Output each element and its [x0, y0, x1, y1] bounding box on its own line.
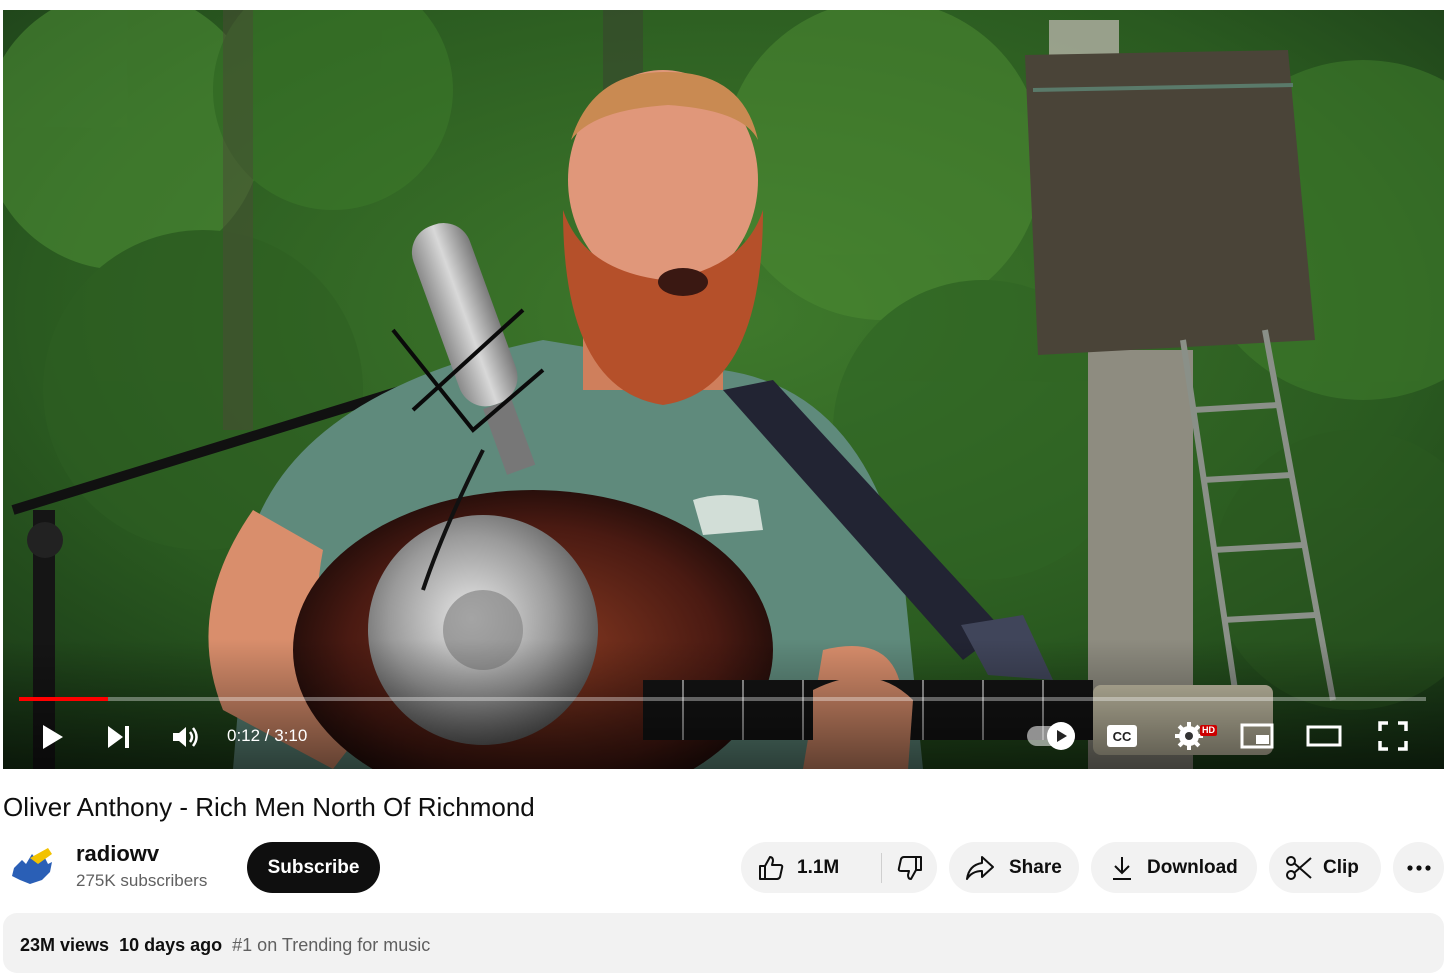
video-title: Oliver Anthony - Rich Men North Of Richm…	[3, 792, 535, 822]
thumbs-up-icon	[757, 854, 785, 882]
autoplay-toggle[interactable]	[1027, 722, 1075, 750]
volume-icon	[173, 727, 198, 747]
like-count: 1.1M	[797, 856, 840, 878]
more-horizontal-icon	[1406, 864, 1431, 871]
like-button[interactable]: 1.1M	[741, 842, 881, 893]
controls-overlay	[3, 639, 1444, 769]
share-button[interactable]: Share	[949, 842, 1079, 893]
svg-text:CC: CC	[1113, 729, 1132, 744]
hd-badge: HD	[1200, 725, 1217, 736]
download-label: Download	[1147, 856, 1238, 878]
next-button[interactable]	[99, 719, 139, 755]
miniplayer-icon	[1240, 723, 1274, 749]
description-meta: 23M views 10 days ago #1 on Trending for…	[20, 933, 430, 957]
more-actions-button[interactable]	[1393, 842, 1444, 893]
download-button[interactable]: Download	[1091, 842, 1257, 893]
subscribe-button[interactable]: Subscribe	[247, 842, 380, 893]
autoplay-knob	[1047, 722, 1075, 750]
fullscreen-button[interactable]	[1373, 719, 1413, 753]
download-icon	[1111, 855, 1133, 881]
share-icon	[965, 855, 995, 881]
upload-date: 10 days ago	[119, 935, 223, 955]
progress-bar[interactable]	[19, 697, 1426, 701]
channel-name[interactable]: radiowv	[76, 840, 159, 868]
theater-mode-button[interactable]	[1303, 721, 1345, 751]
view-count: 23M views	[20, 935, 110, 955]
volume-button[interactable]	[165, 719, 207, 755]
autoplay-icon	[1057, 730, 1067, 742]
play-button[interactable]	[33, 719, 73, 755]
west-virginia-logo-icon	[12, 848, 52, 884]
fullscreen-icon	[1378, 721, 1408, 751]
theater-mode-icon	[1306, 725, 1342, 747]
closed-captions-icon: CC	[1107, 725, 1137, 747]
scissors-icon	[1285, 854, 1313, 882]
play-icon	[43, 725, 63, 749]
like-dislike-group: 1.1M	[741, 842, 937, 893]
dislike-button[interactable]	[882, 842, 937, 893]
skip-next-icon	[108, 726, 129, 748]
time-display: 0:12 / 3:10	[227, 726, 308, 745]
trending-link[interactable]: #1 on Trending for music	[232, 935, 430, 955]
progress-bar-played	[19, 697, 108, 701]
subscriber-count: 275K subscribers	[76, 871, 208, 890]
miniplayer-button[interactable]	[1237, 721, 1277, 751]
description-box[interactable]: 23M views 10 days ago #1 on Trending for…	[3, 913, 1444, 973]
channel-avatar[interactable]	[8, 840, 58, 890]
thumbs-down-icon	[896, 854, 924, 882]
clip-label: Clip	[1323, 856, 1359, 878]
video-player[interactable]: 0:12 / 3:10 CC HD	[3, 10, 1444, 769]
clip-button[interactable]: Clip	[1269, 842, 1381, 893]
share-label: Share	[1009, 856, 1062, 878]
captions-button[interactable]: CC	[1103, 721, 1141, 751]
